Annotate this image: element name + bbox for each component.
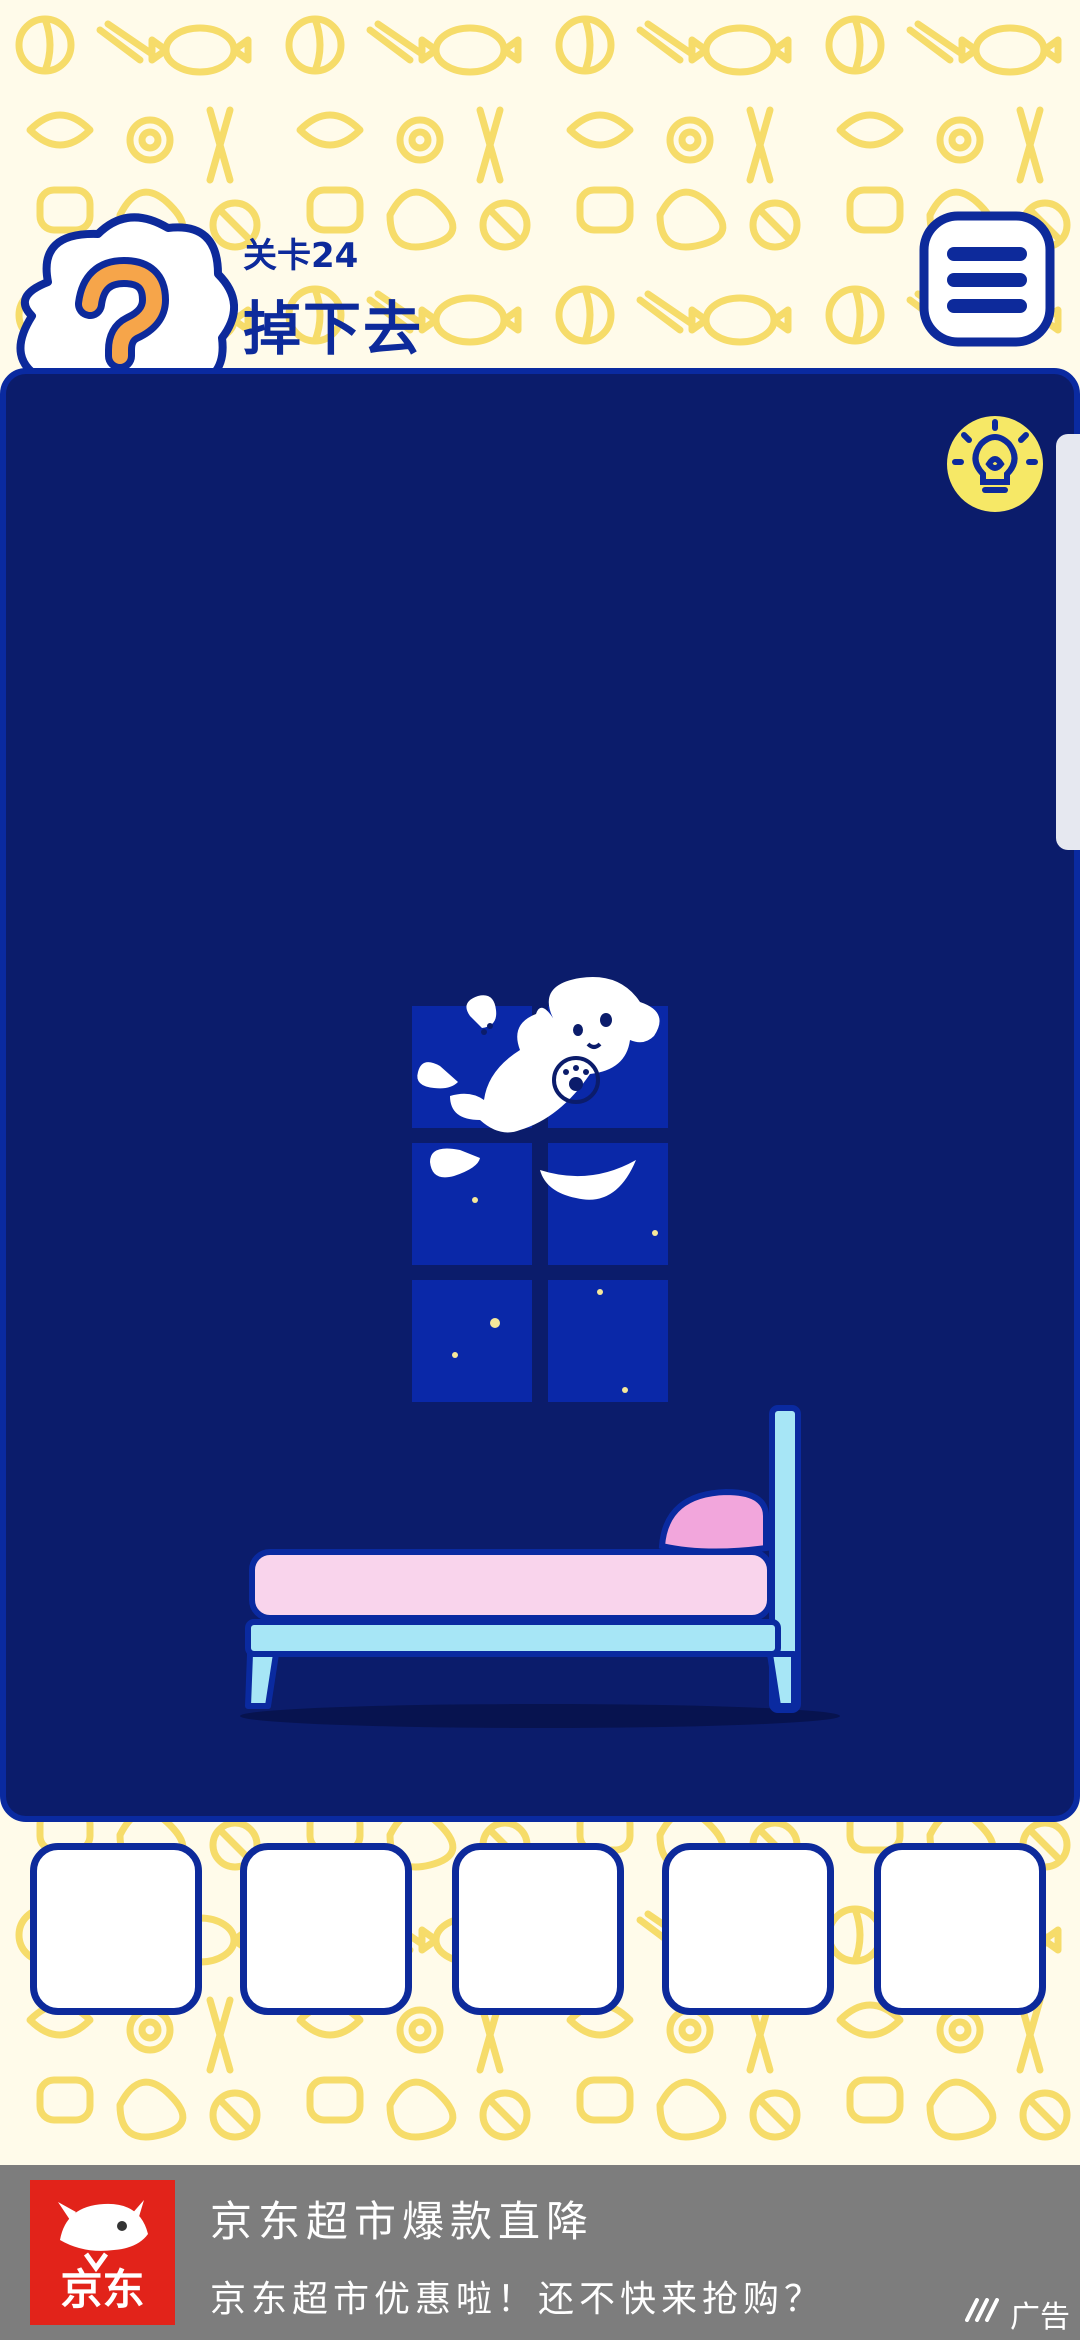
inventory-slot-2[interactable] [240, 1843, 412, 2015]
inventory-slot-1[interactable] [30, 1843, 202, 2015]
ad-label: 广告 [1010, 2300, 1070, 2335]
level-number: 关卡24 [243, 236, 359, 276]
scrollbar[interactable] [1056, 434, 1080, 850]
menu-button[interactable] [918, 210, 1056, 348]
ad-logo-text: 京东 [60, 2265, 145, 2314]
inventory-slot-5[interactable] [874, 1843, 1046, 2015]
pillow [658, 1488, 769, 1555]
game-stage [0, 368, 1080, 1822]
lightbulb-hint-button[interactable] [945, 414, 1045, 514]
ad-title[interactable]: 京东超市爆款直降 [210, 2188, 594, 2249]
ad-logo[interactable]: 京东 [30, 2180, 175, 2325]
ad-description[interactable]: 京东超市优惠啦！还不快来抢购？ [210, 2270, 825, 2322]
inventory-slot-3[interactable] [452, 1843, 624, 2015]
stage-scene [240, 977, 840, 1728]
inventory-slot-4[interactable] [662, 1843, 834, 2015]
ad-mark-icon [965, 2298, 999, 2322]
bed[interactable] [240, 1405, 840, 1728]
level-title: 掉下去 [243, 295, 424, 363]
